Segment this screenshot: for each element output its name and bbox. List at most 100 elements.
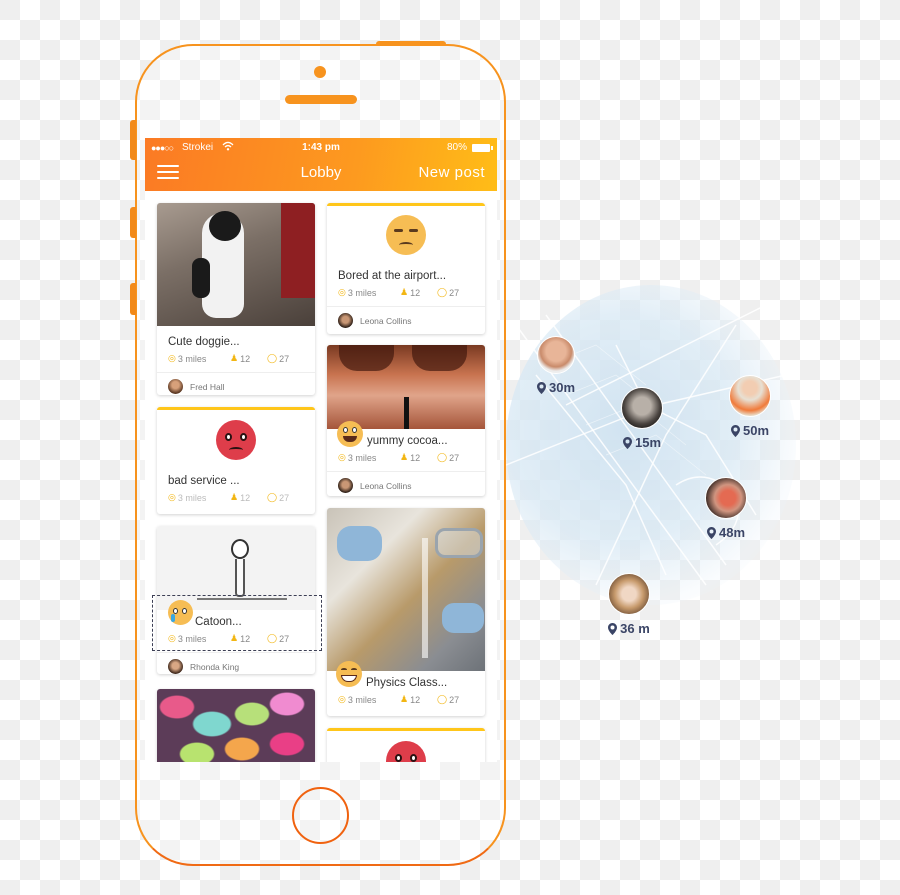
post-caption: Cute doggie... bbox=[168, 336, 240, 348]
comment-icon: ◯ bbox=[437, 452, 448, 462]
post-card[interactable]: bad service ... ◎ 3 miles ♟ 12 ◯ 27 bbox=[157, 407, 315, 514]
avatar bbox=[338, 478, 353, 493]
new-post-button[interactable]: New post bbox=[418, 164, 485, 181]
post-author[interactable]: Leona Collins bbox=[327, 471, 485, 496]
comment-count: 27 bbox=[279, 492, 290, 503]
nearby-user-pin[interactable]: 50m bbox=[724, 375, 776, 438]
distance-label: 30m bbox=[531, 380, 581, 395]
people-count: 12 bbox=[240, 492, 251, 503]
candies-photo bbox=[157, 689, 315, 762]
user-avatar bbox=[621, 387, 663, 429]
volume-up-button bbox=[130, 207, 136, 238]
unamused-emoji-icon bbox=[386, 215, 426, 255]
location-pin-icon bbox=[536, 381, 546, 394]
comment-icon: ◯ bbox=[437, 694, 448, 704]
post-caption: Bored at the airport... bbox=[338, 270, 447, 282]
avatar bbox=[168, 379, 183, 394]
distance: 3 miles bbox=[347, 452, 377, 463]
location-pin-icon: ◎ bbox=[168, 353, 176, 363]
people-icon: ♟ bbox=[230, 492, 239, 502]
post-metrics: ◎ 3 miles ♟ 12 ◯ 27 bbox=[157, 492, 315, 503]
comment-count: 27 bbox=[449, 452, 460, 463]
angry-emoji-icon bbox=[216, 420, 256, 460]
front-camera bbox=[314, 66, 326, 78]
puppy-photo bbox=[157, 203, 315, 326]
location-pin-icon: ◎ bbox=[338, 452, 346, 462]
distance-label: 48m bbox=[700, 525, 752, 540]
post-author[interactable]: Rhonda King bbox=[157, 652, 315, 674]
volume-down-button bbox=[130, 283, 136, 315]
people-icon: ♟ bbox=[400, 287, 409, 297]
post-card[interactable]: Bored at the airport... ◎ 3 miles ♟ 12 ◯ 27… bbox=[327, 203, 485, 334]
post-caption: bad service ... bbox=[168, 475, 240, 487]
cocoa-photo bbox=[327, 345, 485, 429]
mute-switch bbox=[130, 120, 136, 160]
post-author[interactable]: Fred Hall bbox=[157, 372, 315, 395]
user-avatar bbox=[705, 477, 747, 519]
lab-photo bbox=[327, 508, 485, 671]
people-count: 12 bbox=[240, 353, 251, 364]
author-name: Leona Collins bbox=[360, 480, 412, 491]
distance: 3 miles bbox=[347, 287, 377, 298]
location-pin-icon: ◎ bbox=[338, 694, 346, 704]
location-pin-icon bbox=[622, 436, 632, 449]
post-author[interactable]: Leona Collins bbox=[327, 306, 485, 334]
comment-icon: ◯ bbox=[267, 353, 278, 363]
nearby-user-pin[interactable]: 36 m bbox=[601, 573, 657, 636]
location-pin-icon bbox=[608, 622, 618, 635]
comment-count: 27 bbox=[449, 694, 460, 705]
nearby-user-pin[interactable]: 48m bbox=[700, 477, 752, 540]
battery-percentage: 80% bbox=[446, 142, 467, 153]
power-button bbox=[376, 41, 446, 46]
nearby-user-pin[interactable]: 15m bbox=[616, 387, 668, 450]
earpiece-speaker bbox=[285, 95, 357, 104]
distance: 3 miles bbox=[177, 353, 207, 364]
user-avatar bbox=[537, 336, 575, 374]
post-card[interactable] bbox=[327, 728, 485, 762]
post-metrics: ◎ 3 miles ♟ 12 ◯ 27 bbox=[327, 452, 485, 463]
author-name: Rhonda King bbox=[190, 661, 240, 672]
people-icon: ♟ bbox=[400, 694, 409, 704]
post-metrics: ◎ 3 miles ♟ 12 ◯ 27 bbox=[327, 287, 485, 298]
distance: 3 miles bbox=[177, 492, 207, 503]
author-name: Fred Hall bbox=[190, 381, 225, 392]
angry-emoji-icon bbox=[386, 741, 426, 762]
selection-outline bbox=[152, 595, 322, 651]
user-avatar bbox=[729, 375, 771, 417]
comment-count: 27 bbox=[449, 287, 460, 298]
post-feed: Cute doggie... ◎ 3 miles ♟ 12 ◯ 27 Fred Hal… bbox=[145, 191, 497, 762]
home-button[interactable] bbox=[292, 787, 349, 844]
comment-icon: ◯ bbox=[437, 287, 448, 297]
people-count: 12 bbox=[410, 452, 421, 463]
post-card[interactable]: yummy cocoa... ◎ 3 miles ♟ 12 ◯ 27 Leona Co… bbox=[327, 345, 485, 496]
author-name: Leona Collins bbox=[360, 315, 412, 326]
people-icon: ♟ bbox=[230, 353, 239, 363]
grinning-emoji-icon bbox=[337, 421, 363, 447]
comment-icon: ◯ bbox=[267, 492, 278, 502]
people-icon: ♟ bbox=[400, 452, 409, 462]
post-card[interactable]: Cute doggie... ◎ 3 miles ♟ 12 ◯ 27 Fred Hal… bbox=[157, 203, 315, 395]
nearby-user-pin[interactable]: 30m bbox=[531, 336, 581, 395]
people-count: 12 bbox=[410, 287, 421, 298]
location-pin-icon: ◎ bbox=[168, 492, 176, 502]
battery-icon bbox=[472, 144, 493, 152]
post-metrics: ◎ 3 miles ♟ 12 ◯ 27 bbox=[157, 353, 315, 364]
distance-label: 50m bbox=[724, 423, 776, 438]
post-card[interactable]: Physics Class... ◎ 3 miles ♟ 12 ◯ 27 bbox=[327, 508, 485, 716]
user-avatar bbox=[608, 573, 650, 615]
location-pin-icon: ◎ bbox=[338, 287, 346, 297]
post-metrics: ◎ 3 miles ♟ 12 ◯ 27 bbox=[327, 694, 485, 705]
clock: 1:43 pm bbox=[302, 142, 340, 153]
location-pin-icon bbox=[706, 526, 716, 539]
comment-count: 27 bbox=[279, 353, 290, 364]
people-count: 12 bbox=[410, 694, 421, 705]
distance: 3 miles bbox=[347, 694, 377, 705]
post-card[interactable] bbox=[157, 689, 315, 762]
distance-label: 15m bbox=[616, 435, 668, 450]
status-bar: ●●●○○ Strokei 1:43 pm 80% bbox=[145, 138, 497, 158]
location-pin-icon bbox=[730, 424, 740, 437]
phone-screen: ●●●○○ Strokei 1:43 pm 80% Lobby New post… bbox=[145, 138, 497, 762]
avatar bbox=[338, 313, 353, 328]
distance-label: 36 m bbox=[601, 621, 657, 636]
avatar bbox=[168, 659, 183, 674]
